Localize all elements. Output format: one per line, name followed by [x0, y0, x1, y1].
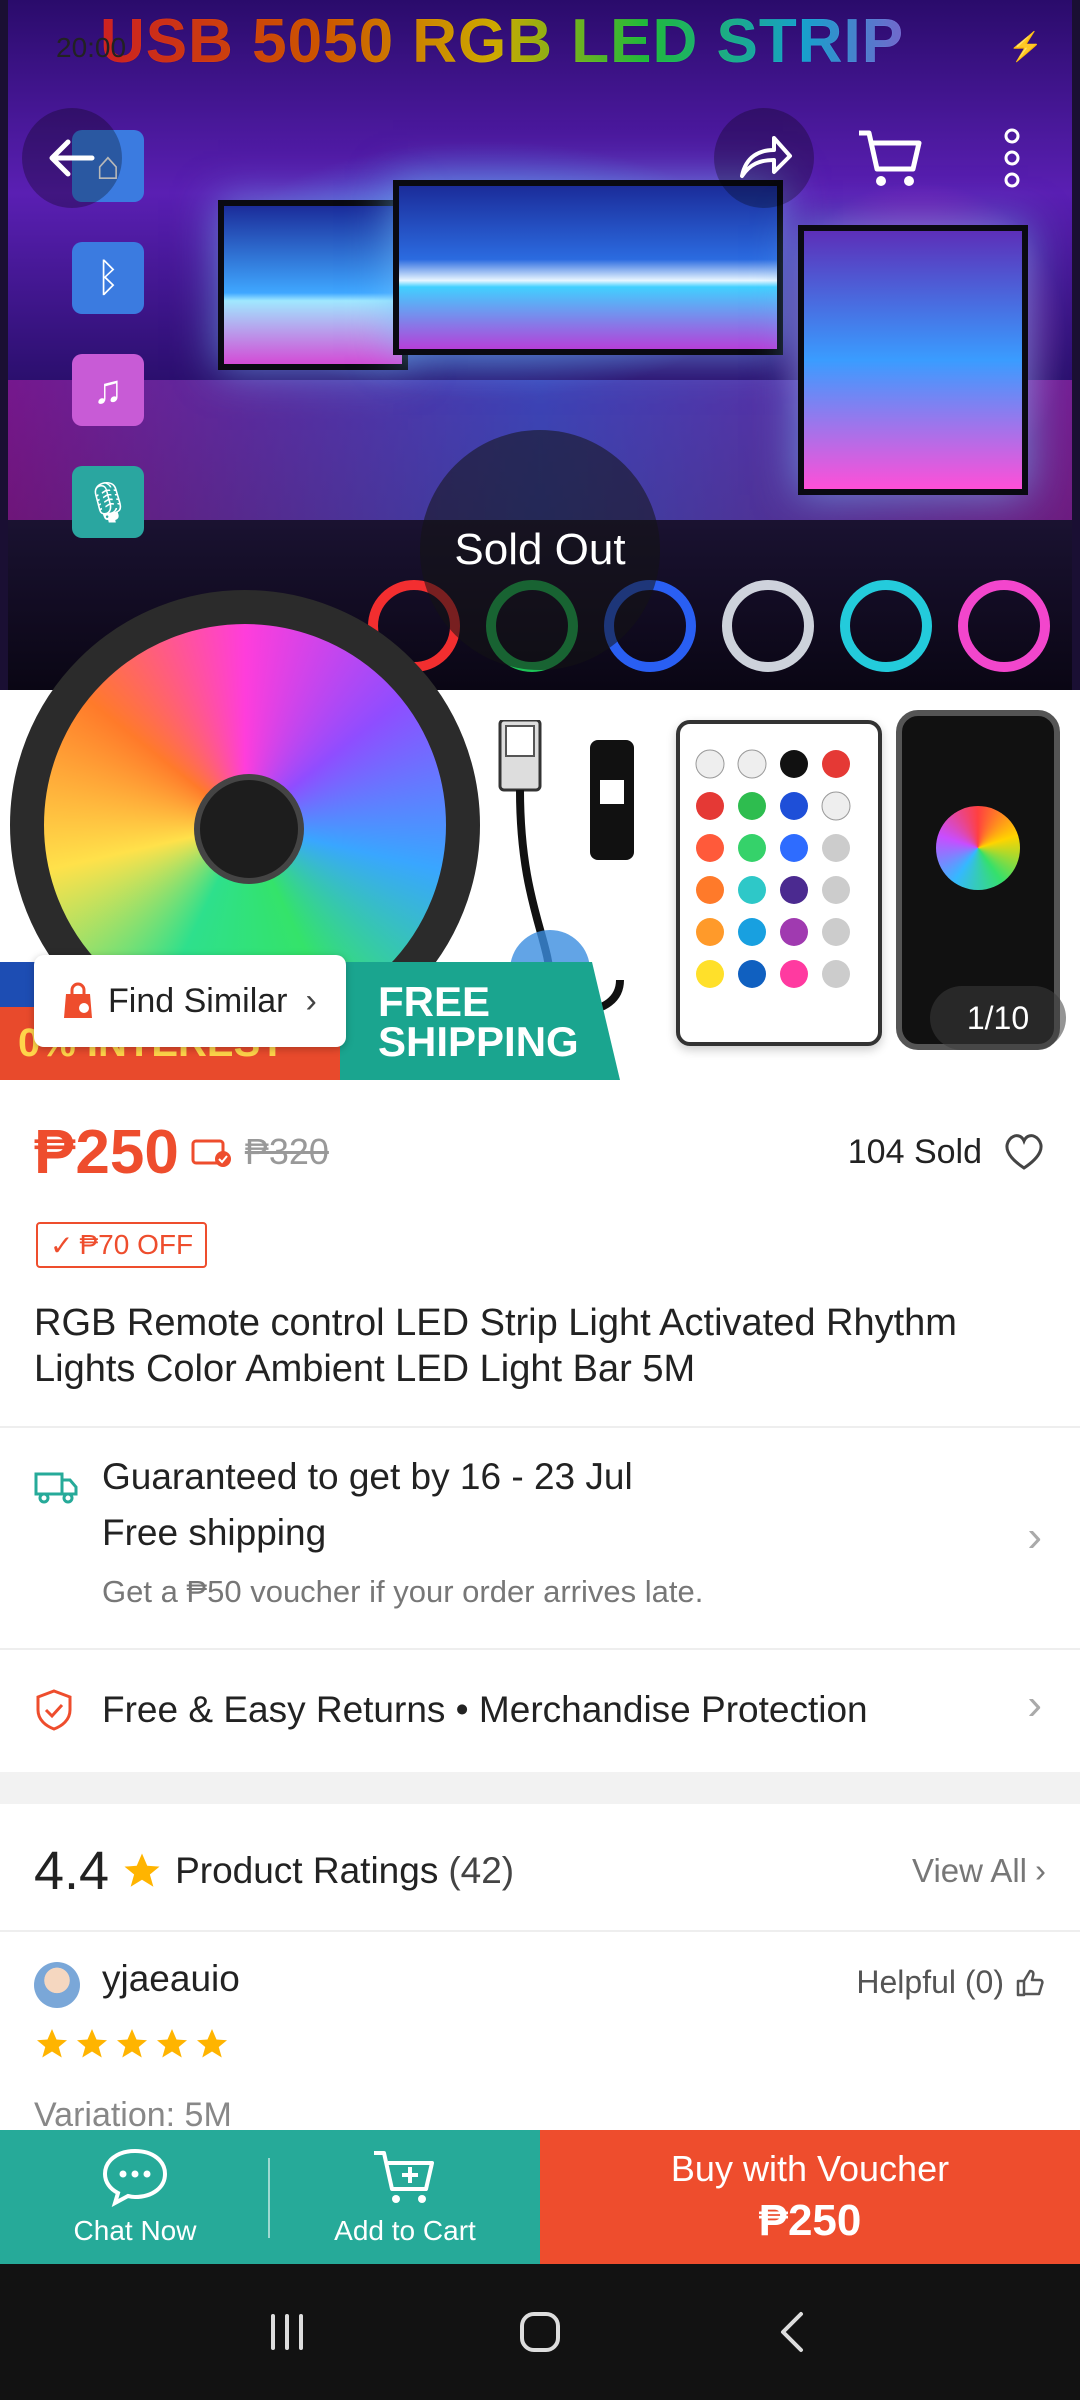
rating-score: 4.4 [34, 1841, 110, 1901]
back-arrow-icon [49, 139, 95, 177]
product-title: RGB Remote control LED Strip Light Activ… [34, 1302, 957, 1390]
free-shipping-line2: SHIPPING [378, 1018, 579, 1065]
product-image-carousel[interactable]: ⌂ ᛒ ♫ 🎙 USB 5050 RGB LED STRIP 20:00 ⚡ S… [0, 0, 1080, 1080]
find-similar-label: Find Similar [108, 981, 288, 1020]
system-back-icon[interactable] [763, 2302, 823, 2362]
voucher-icon [191, 1139, 231, 1167]
original-price: ₱320 [244, 1131, 329, 1172]
home-icon[interactable] [510, 2302, 570, 2362]
discount-tag: ✓ ₱70 OFF [36, 1222, 208, 1268]
free-shipping-line1: FREE [378, 978, 491, 1025]
current-price: ₱250 [34, 1117, 179, 1187]
section-divider [0, 1772, 1080, 1804]
monitor-graphic [798, 225, 1028, 495]
delivery-guarantee: Guaranteed to get by 16 - 23 Jul [102, 1456, 633, 1497]
music-note-icon: ♫ [72, 354, 144, 426]
returns-protection-row[interactable]: Free & Easy Returns • Merchandise Protec… [34, 1670, 1046, 1750]
chevron-right-icon: › [305, 981, 317, 1020]
cart-icon [859, 130, 922, 186]
add-to-cart-button[interactable]: Add to Cart [270, 2130, 540, 2264]
price-row: ₱250 ₱320 104 Sold [34, 1112, 1046, 1192]
ratings-header: 4.4 Product Ratings (42) View All › [34, 1836, 1046, 1906]
chevron-right-icon: › [1035, 1852, 1046, 1889]
buy-price: ₱250 [758, 2196, 862, 2245]
buy-label: Buy with Voucher [670, 2148, 950, 2189]
bottom-action-bar: Chat Now Add to Cart Buy with Voucher ₱2… [0, 2130, 1080, 2264]
find-similar-button[interactable]: Find Similar › [34, 955, 346, 1047]
sold-count: 104 Sold [847, 1132, 982, 1171]
divider [0, 1426, 1080, 1428]
system-nav-bar [0, 2264, 1080, 2400]
buy-with-voucher-button[interactable]: Buy with Voucher ₱250 [540, 2130, 1080, 2264]
review-stars [34, 2026, 230, 2062]
truck-icon [34, 1472, 78, 1504]
divider [0, 1648, 1080, 1650]
star-icon [37, 2029, 67, 2058]
view-all-link[interactable]: View All › [912, 1852, 1046, 1890]
chat-bubble-icon [102, 2148, 168, 2207]
monitor-graphic [218, 200, 408, 370]
free-shipping-label: Free shipping [102, 1512, 327, 1553]
free-shipping-promo: FREE SHIPPING [340, 962, 620, 1080]
review-item: yjaeauio Helpful (0) Variation: 5M [34, 1958, 1046, 2134]
discount-label: ₱70 OFF [79, 1229, 194, 1260]
microphone-icon: 🎙 [72, 466, 144, 538]
chat-now-label: Chat Now [73, 2215, 197, 2246]
cart-button[interactable] [840, 108, 940, 208]
bluetooth-icon: ᛒ [72, 242, 144, 314]
thumbs-up-icon [1016, 1969, 1044, 1996]
chevron-right-icon: › [1027, 1680, 1042, 1729]
more-options-button[interactable] [962, 108, 1062, 208]
ratings-count: (42) [448, 1850, 515, 1891]
banner-title: USB 5050 RGB LED STRIP [100, 6, 980, 106]
divider [0, 1930, 1080, 1932]
chat-now-button[interactable]: Chat Now [0, 2130, 270, 2264]
heart-icon[interactable] [1002, 1132, 1046, 1172]
star-icon [197, 2029, 227, 2058]
star-icon [124, 1853, 160, 1887]
recent-apps-icon[interactable] [257, 2302, 317, 2362]
image-counter: 1/10 [930, 986, 1066, 1050]
helpful-button[interactable]: Helpful (0) [856, 1964, 1046, 2001]
reviewer-name: yjaeauio [102, 1958, 240, 1999]
helpful-label: Helpful (0) [856, 1964, 1004, 2000]
star-icon [77, 2029, 107, 2058]
shopping-bag-search-icon [64, 982, 92, 1018]
charging-bolt-icon: ⚡ [1008, 31, 1043, 62]
share-button[interactable] [714, 108, 814, 208]
view-all-label: View All [912, 1852, 1027, 1889]
shipping-info-row[interactable]: Guaranteed to get by 16 - 23 Jul Free sh… [34, 1456, 1046, 1616]
star-icon [117, 2029, 147, 2058]
more-vertical-icon [1004, 128, 1020, 188]
returns-label: Free & Easy Returns • Merchandise Protec… [102, 1689, 868, 1730]
back-button[interactable] [22, 108, 122, 208]
star-icon [157, 2029, 187, 2058]
status-time: 20:00 [56, 32, 127, 63]
remote-control-graphic [676, 720, 882, 1046]
chevron-right-icon: › [1027, 1512, 1042, 1561]
sold-out-overlay: Sold Out [420, 430, 660, 670]
add-cart-icon [374, 2151, 434, 2203]
monitor-graphic [393, 180, 783, 355]
add-to-cart-label: Add to Cart [334, 2215, 476, 2246]
avatar [34, 1962, 80, 2008]
share-icon [740, 136, 792, 178]
ratings-title: Product Ratings [175, 1850, 439, 1891]
late-voucher-note: Get a ₱50 voucher if your order arrives … [102, 1574, 704, 1609]
check-icon: ✓ [50, 1229, 74, 1261]
shield-check-icon [36, 1689, 72, 1731]
